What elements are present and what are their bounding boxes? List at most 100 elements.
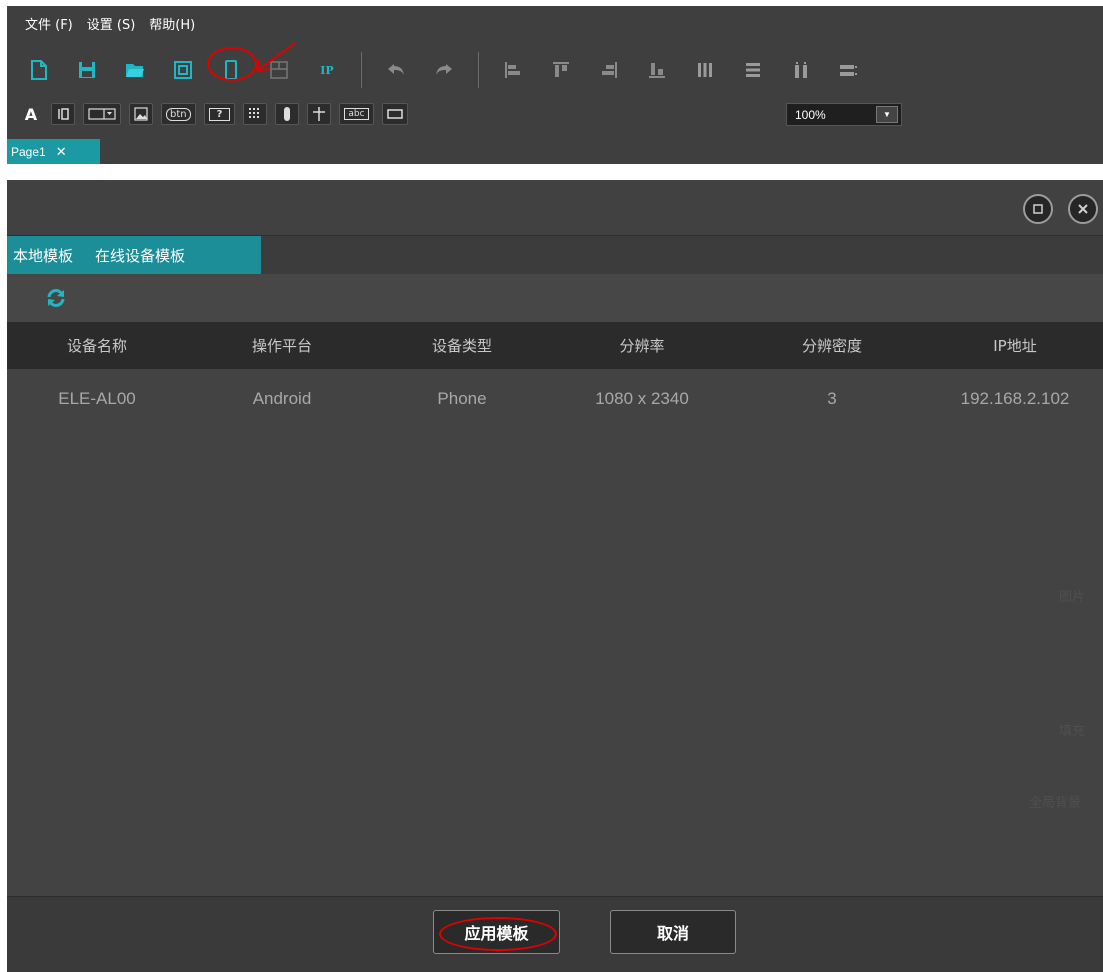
align-left-icon [505,62,520,78]
grid-icon [249,108,260,118]
align-right-icon [602,62,617,78]
textbox-widget-button[interactable]: abc [339,103,374,125]
column-header-device-name[interactable]: 设备名称 [7,335,187,356]
same-width-button[interactable] [777,50,825,90]
zoom-value: 100% [795,107,826,122]
cell-density: 3 [827,389,837,408]
cell-device-name: ELE-AL00 [58,389,136,408]
tab-page1[interactable]: Page1 ✕ [7,139,100,164]
align-top-button[interactable] [537,50,585,90]
dialog-title-bar [7,180,1103,236]
close-icon [1078,204,1088,214]
image-icon [134,107,148,121]
text-widget-button[interactable]: A [19,103,43,125]
dialog-tab-bar: 本地模板 在线设备模板 [7,236,1103,274]
align-bottom-icon [649,63,665,78]
open-folder-icon [126,64,144,77]
menu-bar: 文件 (F) 设置 (S) 帮助(H) [7,6,1103,41]
apply-template-button[interactable]: 应用模板 [433,910,560,954]
close-icon[interactable]: ✕ [56,144,67,160]
open-button[interactable] [111,50,159,90]
column-header-density[interactable]: 分辨密度 [737,335,927,356]
image-widget-button[interactable] [129,103,153,125]
same-width-icon [795,62,807,78]
distribute-horizontal-button[interactable] [681,50,729,90]
save-icon [79,62,95,78]
grid-widget-button[interactable] [243,103,268,125]
distribute-vertical-icon [746,63,760,77]
distribute-vertical-button[interactable] [729,50,777,90]
textbox-widget-icon: abc [344,108,369,120]
restore-icon [1033,204,1043,214]
menu-settings[interactable]: 设置 (S) [87,14,136,33]
editor-window: 文件 (F) 设置 (S) 帮助(H) IP A btn ? abc 100% … [7,6,1103,164]
main-toolbar: IP [7,41,1103,99]
tab-online-device-templates[interactable]: 在线设备模板 [95,245,185,266]
text-field-icon [58,108,69,120]
refresh-icon[interactable] [45,288,67,308]
ghost-label-fill: 填充 [1059,724,1086,739]
new-page-button[interactable] [15,50,63,90]
table-row[interactable]: ELE-AL00 Android Phone 1080 x 2340 3 192… [7,369,1103,429]
align-bottom-button[interactable] [633,50,681,90]
cell-resolution: 1080 x 2340 [595,389,689,408]
text-icon: A [24,104,38,124]
tab-group: 本地模板 在线设备模板 [7,236,261,274]
same-height-button[interactable] [825,50,873,90]
help-widget-icon: ? [208,107,231,121]
template-button[interactable] [159,50,207,90]
redo-icon [436,64,452,75]
combobox-icon [88,108,116,120]
save-button[interactable] [63,50,111,90]
distribute-horizontal-icon [698,63,712,77]
menu-file[interactable]: 文件 (F) [25,14,73,33]
annotation-arrow-icon [256,42,296,72]
toolbar-separator [361,52,362,88]
ip-button[interactable]: IP [303,50,351,90]
same-height-icon [840,65,857,76]
table-header: 设备名称 操作平台 设备类型 分辨率 分辨密度 IP地址 [7,322,1103,369]
widget-toolbar: A btn ? abc 100% ▼ [7,99,1103,129]
column-header-device-type[interactable]: 设备类型 [377,335,547,356]
cell-device-type: Phone [437,389,487,408]
tab-local-templates[interactable]: 本地模板 [13,245,73,266]
screenshot-root: 文件 (F) 设置 (S) 帮助(H) IP A btn ? abc 100% … [0,0,1103,972]
button-widget-button[interactable]: btn [161,103,196,125]
slider-icon [284,107,291,121]
redo-button[interactable] [420,50,468,90]
combobox-widget-button[interactable] [83,103,121,125]
template-dialog: 本地模板 在线设备模板 设备名称 操作平台 设备类型 分辨率 分辨密度 IP地址… [7,180,1103,972]
text-field-widget-button[interactable] [51,103,75,125]
help-widget-button[interactable]: ? [203,103,236,125]
ghost-label-background: 全局背景 [1029,796,1082,811]
zoom-select[interactable]: 100% ▼ [786,103,902,126]
toolbar-separator [478,52,479,88]
rectangle-icon [386,109,403,119]
chevron-down-icon[interactable]: ▼ [876,106,898,123]
refresh-bar [7,274,1103,322]
cross-icon [313,107,326,121]
button-widget-icon: btn [166,107,191,121]
cross-widget-button[interactable] [307,103,332,125]
annotation-circle [207,47,257,81]
align-right-button[interactable] [585,50,633,90]
rectangle-widget-button[interactable] [381,103,408,125]
ghost-label-image: 图片 [1059,590,1086,605]
template-window-icon [174,61,192,79]
restore-button[interactable] [1023,194,1053,224]
page-tab-bar: Page1 ✕ [7,129,1103,164]
tab-label: Page1 [11,144,46,159]
new-page-icon [31,60,47,80]
close-button[interactable] [1068,194,1098,224]
dialog-footer: 应用模板 取消 [7,896,1103,972]
ip-icon: IP [320,63,334,77]
column-header-resolution[interactable]: 分辨率 [547,335,737,356]
undo-icon [388,64,404,75]
align-left-button[interactable] [489,50,537,90]
slider-widget-button[interactable] [275,103,300,125]
menu-help[interactable]: 帮助(H) [149,14,195,33]
undo-button[interactable] [372,50,420,90]
align-top-icon [553,62,569,77]
cancel-button[interactable]: 取消 [610,910,736,954]
column-header-platform[interactable]: 操作平台 [187,335,377,356]
